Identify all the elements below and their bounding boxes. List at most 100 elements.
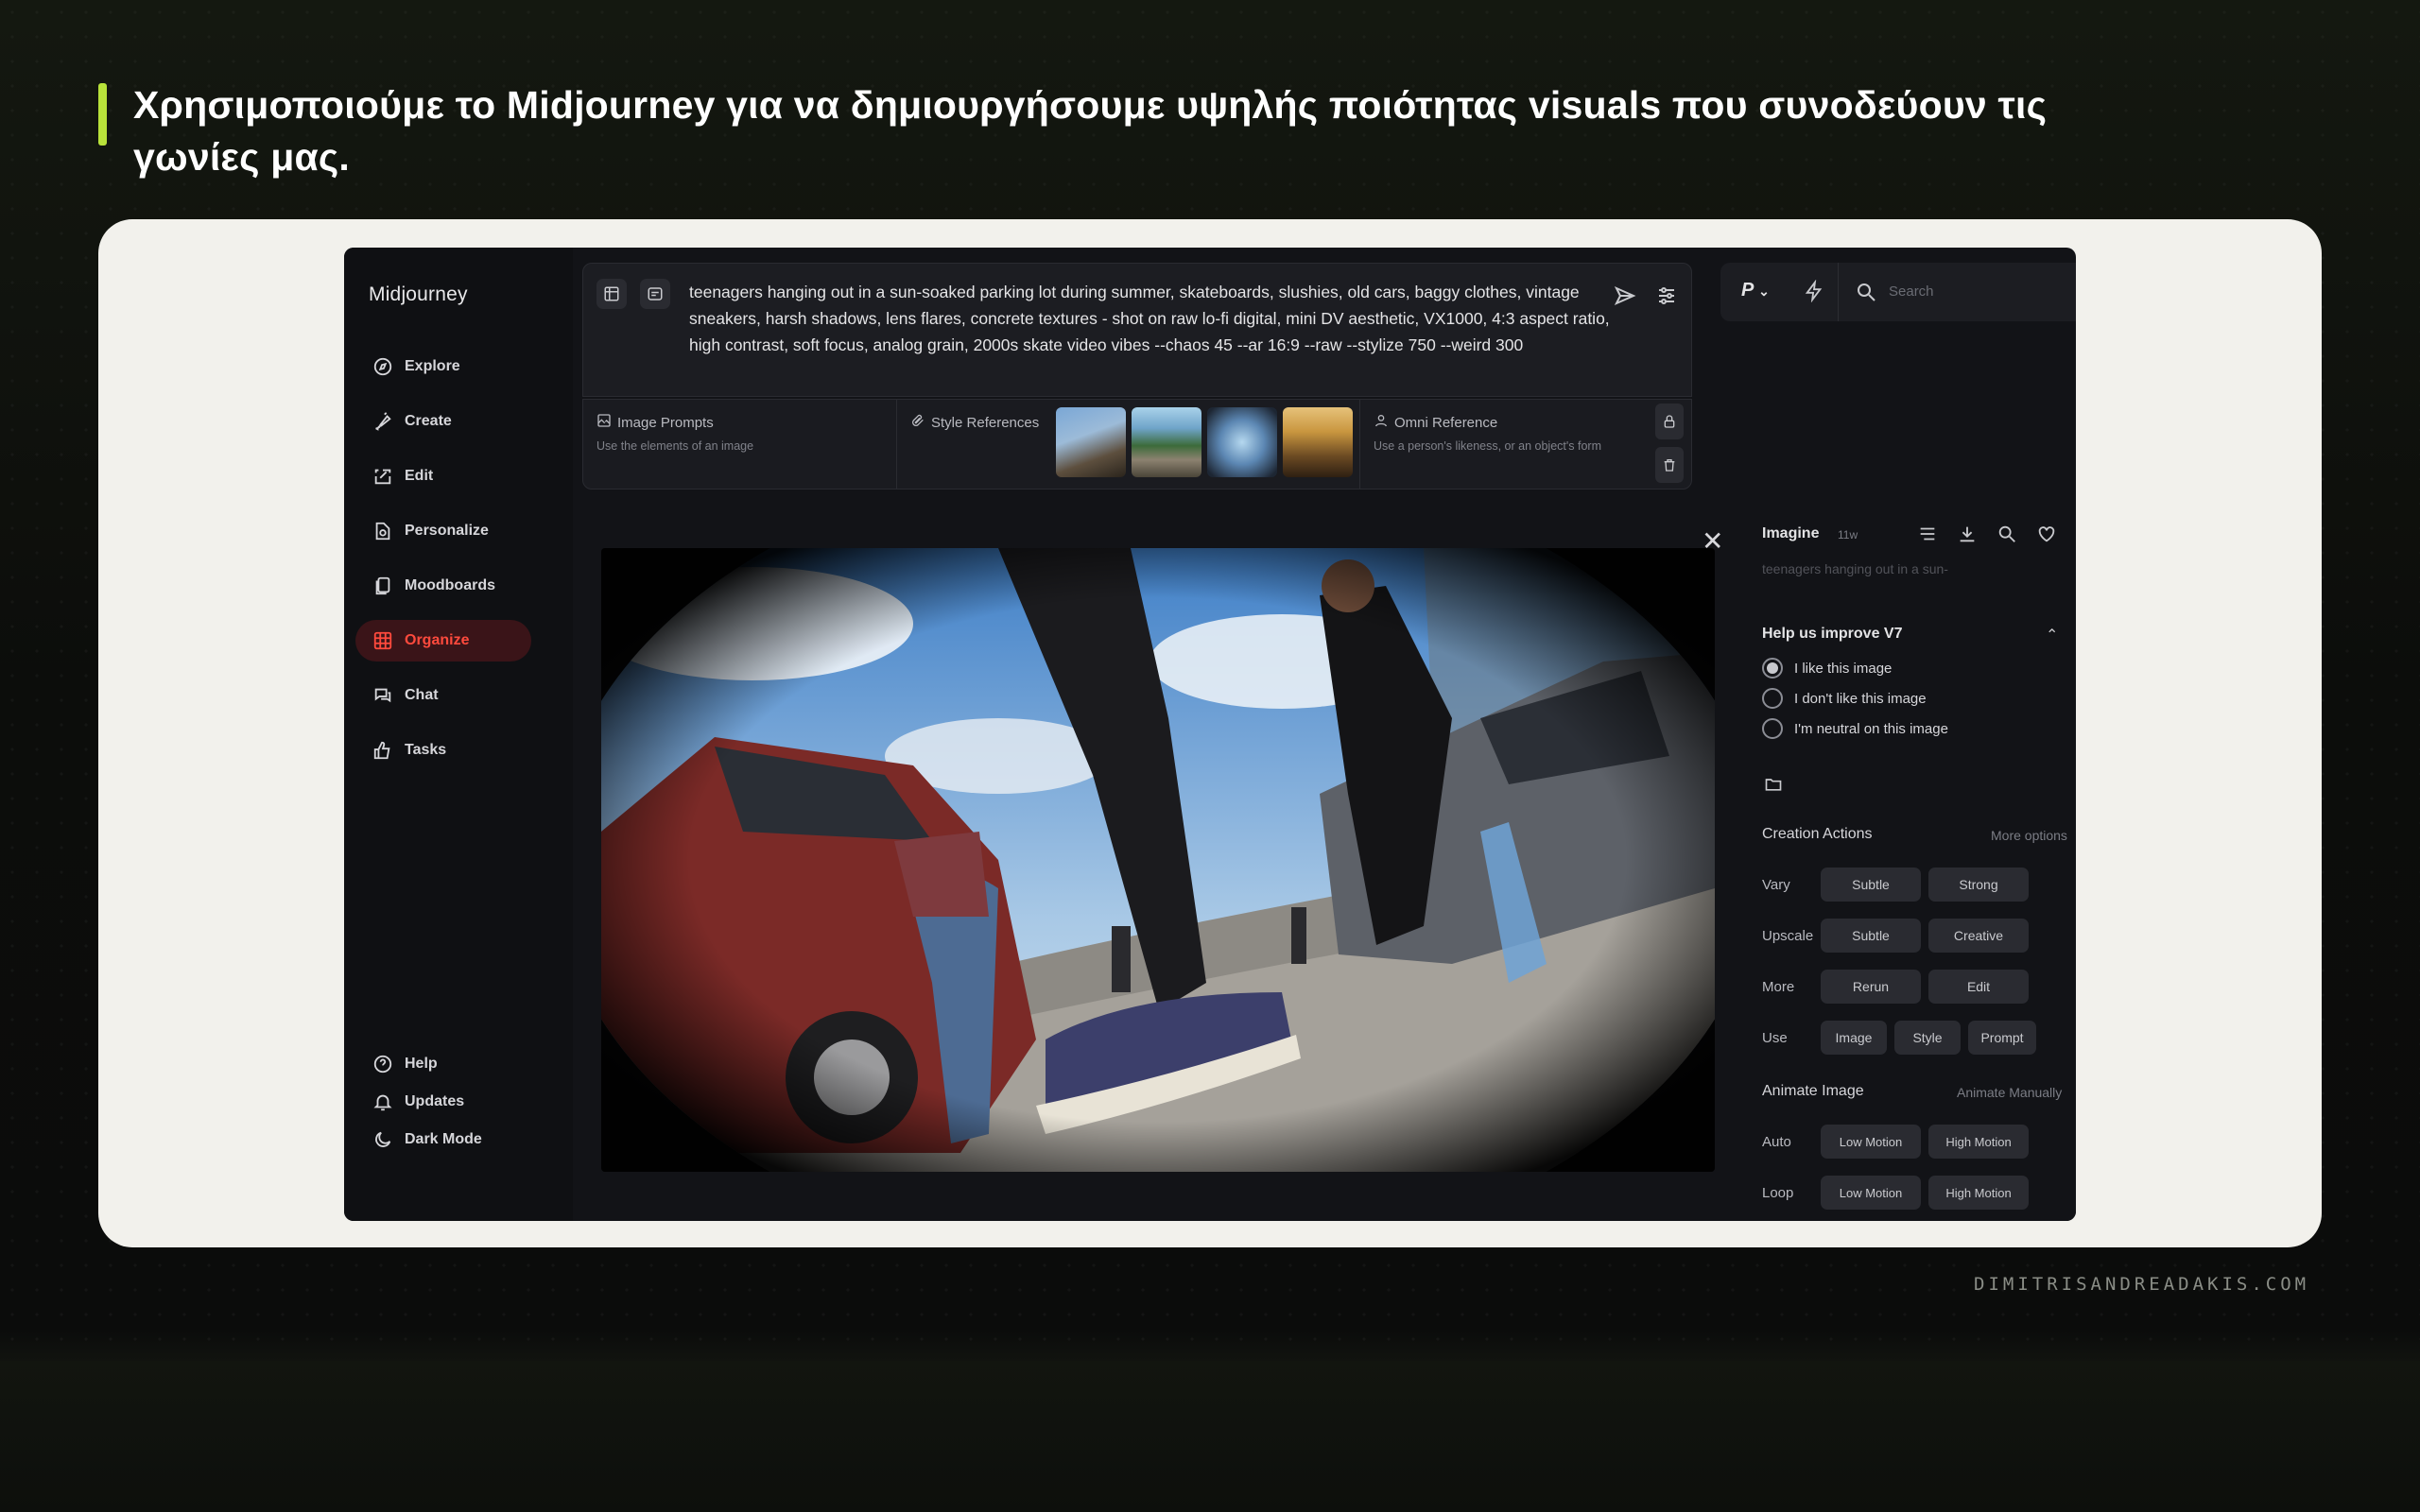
omni-reference-subtitle: Use a person's likeness, or an object's … [1374,439,1601,453]
folder-icon[interactable] [1764,775,1783,799]
sidebar-item-label: Updates [405,1093,465,1109]
more-label: More [1762,979,1795,995]
sidebar-item-organize[interactable]: Organize [355,620,531,662]
loop-high-motion-button[interactable]: High Motion [1928,1176,2029,1210]
style-references-label: Style References [931,414,1040,431]
lightning-icon[interactable] [1804,279,1824,307]
use-label: Use [1762,1030,1788,1046]
vary-strong-button[interactable]: Strong [1928,868,2029,902]
lock-icon[interactable] [1655,404,1684,439]
heart-icon[interactable] [2036,524,2057,549]
midjourney-app-window: Midjourney Explore Create Edit Personali… [344,248,2076,1221]
image-upload-icon[interactable] [596,279,627,309]
upscale-creative-button[interactable]: Creative [1928,919,2029,953]
radio-button[interactable] [1762,658,1783,679]
animate-image-title: Animate Image [1762,1083,1864,1099]
edit-button[interactable]: Edit [1928,970,2029,1004]
animate-manually-link[interactable]: Animate Manually [1957,1085,2062,1100]
sidebar-item-label: Help [405,1056,438,1072]
sidebar-item-dark-mode[interactable]: Dark Mode [355,1119,531,1160]
chevron-down-icon: ⌄ [1758,284,1770,299]
edit-icon [371,464,395,489]
feedback-option-dislike[interactable]: I don't like this image [1762,688,1927,709]
auto-label: Auto [1762,1134,1791,1150]
image-prompts-subtitle: Use the elements of an image [596,439,754,453]
sidebar-item-personalize[interactable]: Personalize [355,510,531,552]
search-icon[interactable] [1855,281,1877,308]
sidebar-item-help[interactable]: Help [355,1043,531,1085]
vary-label: Vary [1762,877,1790,893]
sidebar-item-create[interactable]: Create [355,401,531,442]
feedback-option-label: I like this image [1794,660,1893,677]
upscale-subtle-button[interactable]: Subtle [1821,919,1921,953]
person-icon [1374,413,1389,432]
feedback-option-neutral[interactable]: I'm neutral on this image [1762,718,1948,739]
compass-icon [371,354,395,379]
chevron-up-icon[interactable]: ⌃ [2046,626,2058,644]
bottom-band [0,1361,2420,1512]
style-reference-thumbnail[interactable] [1207,407,1277,477]
send-icon[interactable] [1614,284,1636,312]
style-reference-thumbnail[interactable] [1283,407,1353,477]
use-style-button[interactable]: Style [1894,1021,1961,1055]
style-reference-thumbnail[interactable] [1132,407,1201,477]
feedback-option-label: I don't like this image [1794,690,1927,707]
page-title: Χρησιμοποιούμε το Midjourney για να δημι… [133,83,2048,179]
sidebar-item-label: Edit [405,468,434,484]
list-icon[interactable] [1917,524,1938,549]
sidebar-item-moodboards[interactable]: Moodboards [355,565,531,607]
image-prompts-slot[interactable]: Image Prompts Use the elements of an ima… [583,400,897,489]
feedback-option-label: I'm neutral on this image [1794,720,1948,737]
help-icon [371,1052,395,1076]
style-reference-thumbnail[interactable] [1056,407,1126,477]
panel-actions: Help us improve V7 ⌃ I like this image I… [1743,599,2076,1221]
search-input[interactable]: Search [1889,284,1934,300]
accent-bar [98,83,107,146]
image-prompts-label: Image Prompts [617,414,714,431]
brand-logo[interactable]: Midjourney [369,284,468,306]
sidebar: Midjourney Explore Create Edit Personali… [344,248,573,1221]
sidebar-item-label: Personalize [405,523,489,539]
radio-button[interactable] [1762,688,1783,709]
profile-letter: P [1741,280,1754,301]
loop-label: Loop [1762,1185,1794,1201]
prompt-box[interactable]: teenagers hanging out in a sun-soaked pa… [582,263,1692,397]
footer-url[interactable]: DIMITRISANDREADAKIS.COM [1974,1274,2309,1295]
sidebar-item-tasks[interactable]: Tasks [355,730,531,771]
radio-button[interactable] [1762,718,1783,739]
sidebar-item-label: Tasks [405,742,447,758]
sidebar-item-label: Dark Mode [405,1131,482,1147]
rerun-button[interactable]: Rerun [1821,970,1921,1004]
auto-high-motion-button[interactable]: High Motion [1928,1125,2029,1159]
settings-sliders-icon[interactable] [1655,284,1678,312]
generated-image[interactable] [601,548,1715,1172]
feedback-option-like[interactable]: I like this image [1762,658,1892,679]
sidebar-item-chat[interactable]: Chat [355,675,531,716]
more-options-link[interactable]: More options [1991,828,2067,843]
omni-reference-slot[interactable]: Omni Reference Use a person's likeness, … [1360,400,1672,489]
use-image-button[interactable]: Image [1821,1021,1887,1055]
personalize-icon [371,519,395,543]
loop-low-motion-button[interactable]: Low Motion [1821,1176,1921,1210]
sidebar-item-label: Explore [405,358,460,374]
auto-low-motion-button[interactable]: Low Motion [1821,1125,1921,1159]
creation-actions-title: Creation Actions [1762,826,1873,842]
prompt-input[interactable]: teenagers hanging out in a sun-soaked pa… [689,279,1616,358]
style-references-slot[interactable]: Style References [897,400,1360,489]
prompt-mode-icon[interactable] [640,279,670,309]
grid-icon [371,628,395,653]
sidebar-item-updates[interactable]: Updates [355,1081,531,1123]
download-icon[interactable] [1957,524,1978,549]
headline-block: Χρησιμοποιούμε το Midjourney για να δημι… [98,79,2178,183]
reference-bar: Image Prompts Use the elements of an ima… [582,399,1692,490]
feedback-title: Help us improve V7 [1762,626,1903,642]
vary-subtle-button[interactable]: Subtle [1821,868,1921,902]
sidebar-item-edit[interactable]: Edit [355,455,531,497]
chat-icon [371,683,395,708]
sidebar-item-explore[interactable]: Explore [355,346,531,387]
imagine-label: Imagine [1762,525,1820,541]
search-icon[interactable] [1996,524,2017,549]
profile-selector[interactable]: P ⌄ [1741,280,1770,301]
use-prompt-button[interactable]: Prompt [1968,1021,2036,1055]
trash-icon[interactable] [1655,447,1684,483]
